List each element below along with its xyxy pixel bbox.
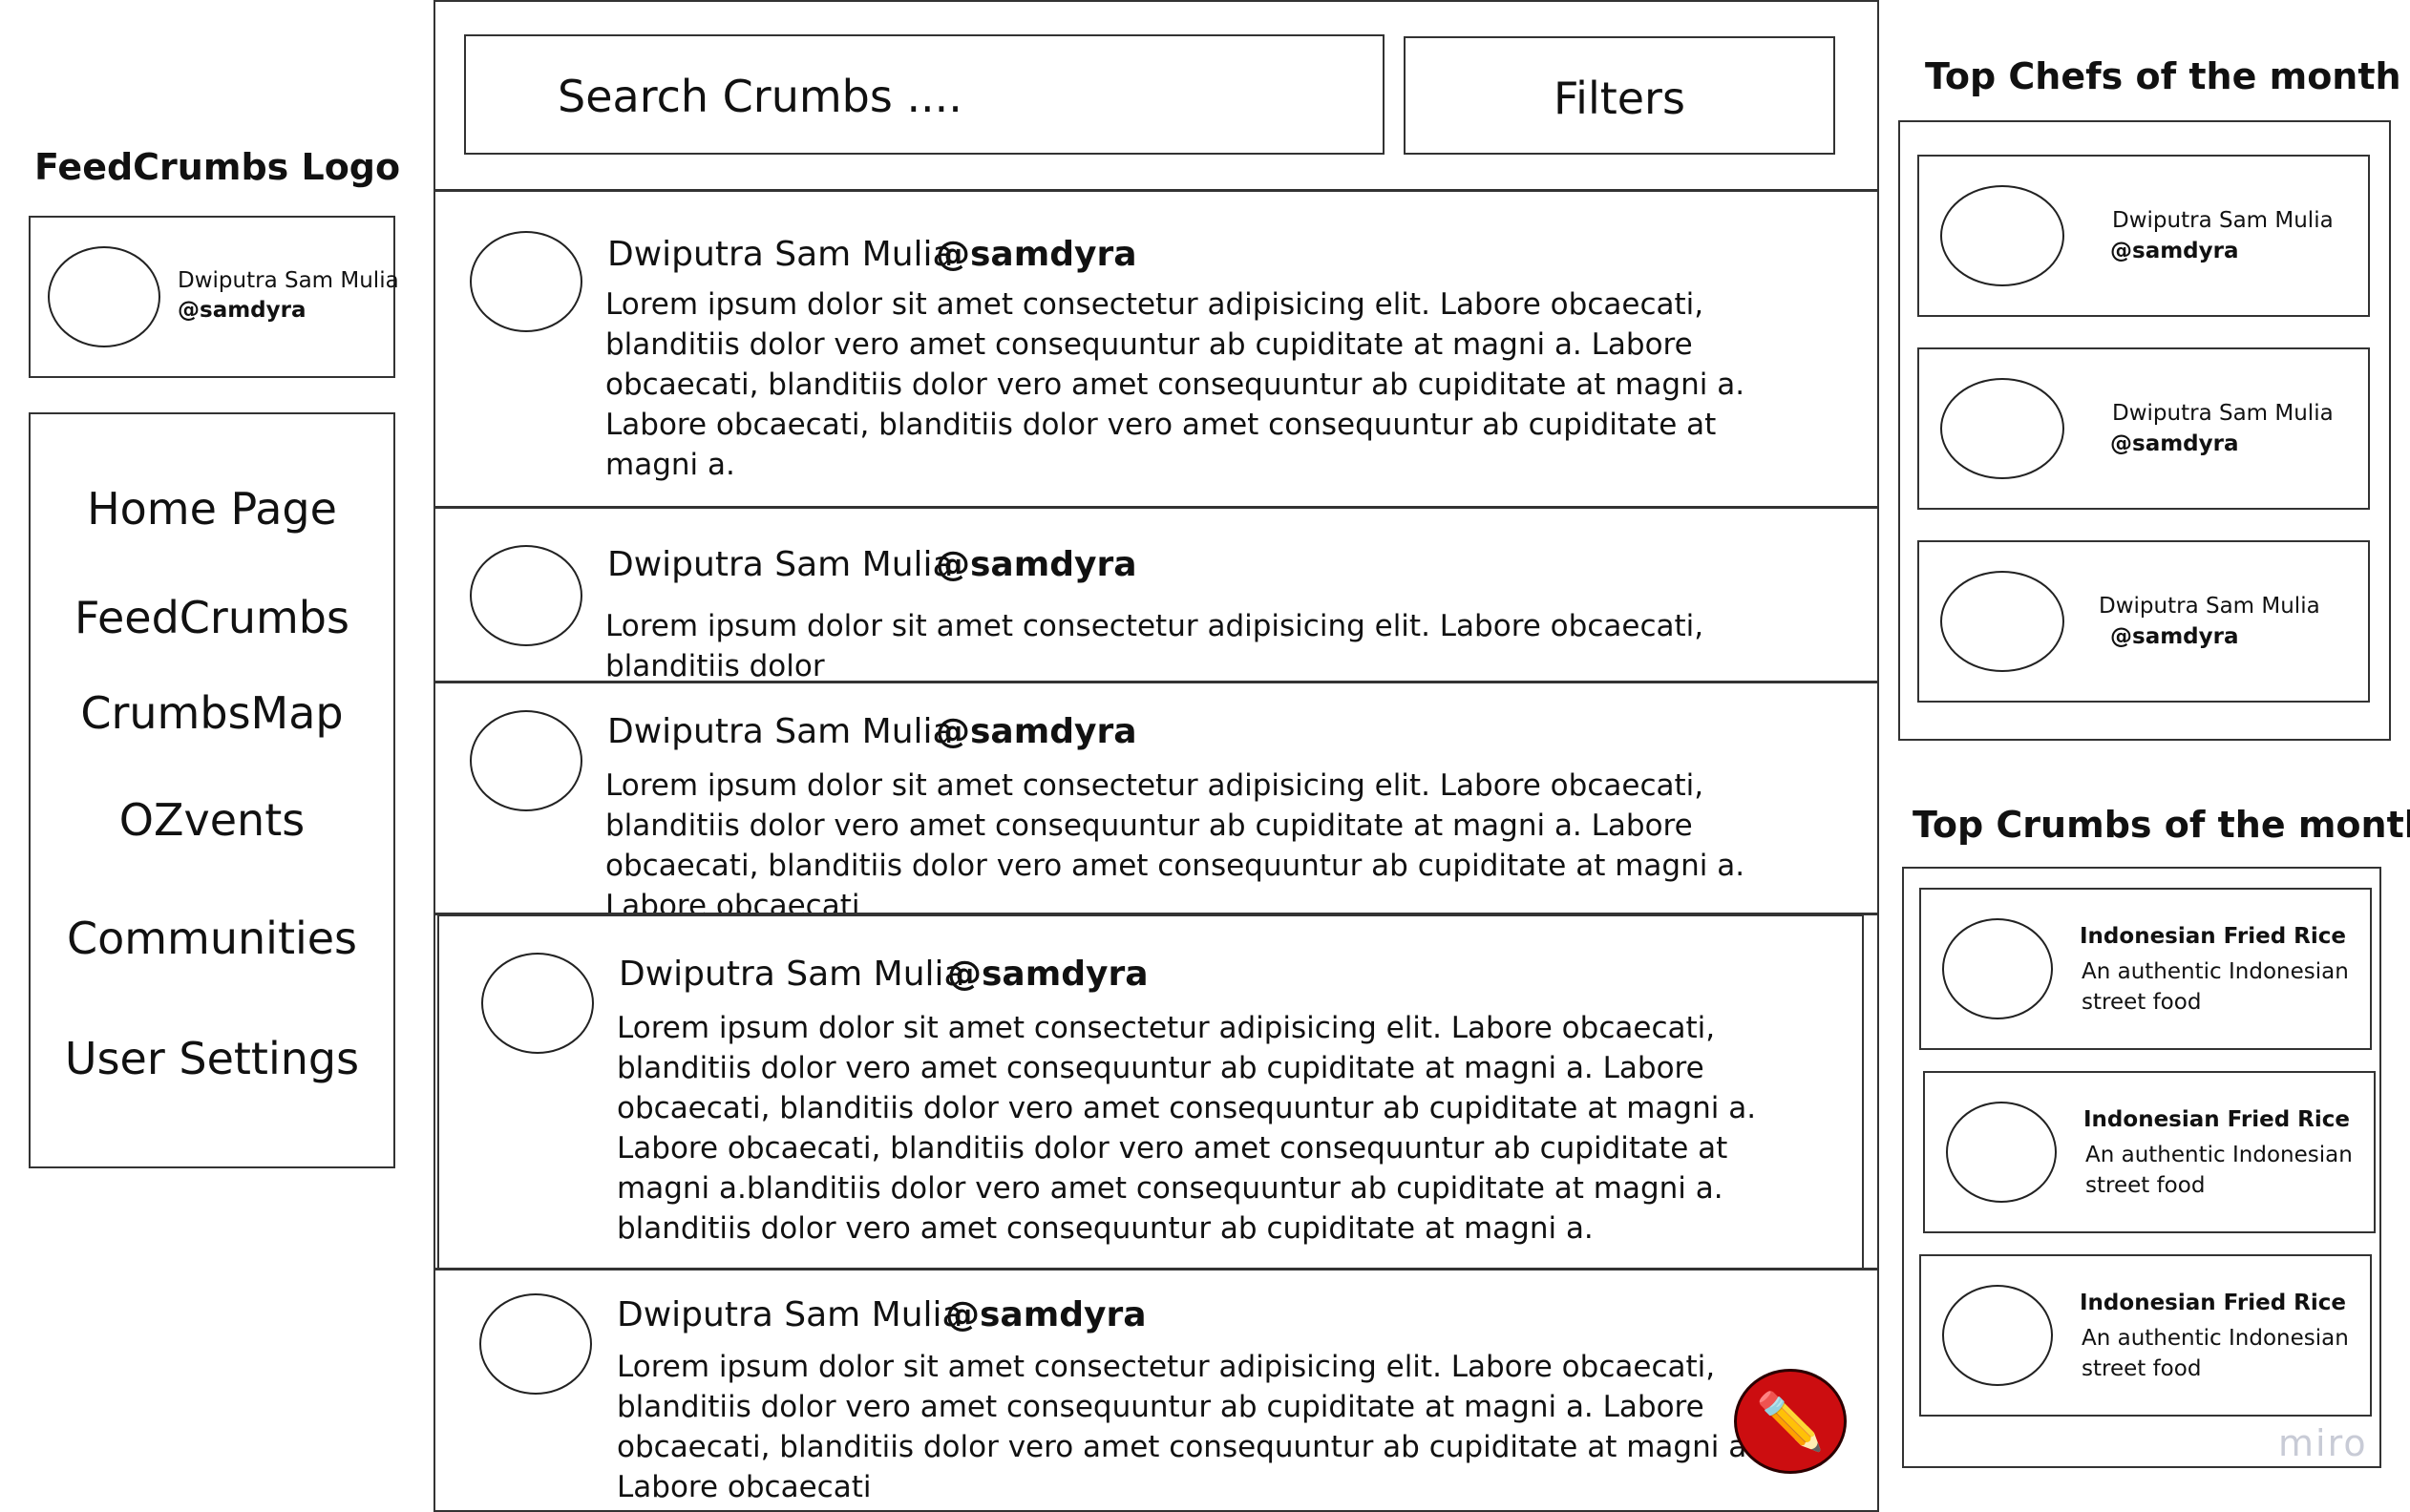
post-body: Lorem ipsum dolor sit amet consectetur a… [617, 1011, 1757, 1246]
top-crumbs-title: Top Crumbs of the month [1913, 804, 2410, 846]
avatar [470, 231, 582, 332]
avatar [1940, 378, 2064, 479]
feed-post[interactable]: Dwiputra Sam Mulia @samdyra Lorem ipsum … [433, 1270, 1879, 1509]
food-image [1942, 918, 2053, 1019]
chef-card[interactable]: Dwiputra Sam Mulia @samdyra [1917, 155, 2370, 317]
post-body: Lorem ipsum dolor sit amet consectetur a… [605, 768, 1745, 923]
nav-item-ozvents[interactable]: OZvents [31, 794, 393, 846]
post-author-name: Dwiputra Sam Mulia [617, 1295, 963, 1334]
chef-card[interactable]: Dwiputra Sam Mulia @samdyra [1917, 347, 2370, 510]
filters-label: Filters [1554, 73, 1685, 124]
chef-name: Dwiputra Sam Mulia [2099, 594, 2320, 619]
crumb-card[interactable]: Indonesian Fried Rice An authentic Indon… [1923, 1071, 2376, 1233]
post-author-name: Dwiputra Sam Mulia [619, 955, 965, 994]
nav-item-communities[interactable]: Communities [31, 913, 393, 964]
crumb-title: Indonesian Fried Rice [2080, 924, 2347, 949]
top-chefs-title: Top Chefs of the month [1925, 55, 2401, 97]
crumb-description: An authentic Indonesian street food [2082, 959, 2349, 1015]
miro-watermark: miro [2278, 1422, 2368, 1464]
top-crumbs-panel: Indonesian Fried Rice An authentic Indon… [1902, 867, 2381, 1468]
avatar [479, 1293, 592, 1395]
crumb-description: An authentic Indonesian street food [2082, 1326, 2349, 1381]
chef-name: Dwiputra Sam Mulia [2112, 401, 2334, 426]
search-placeholder: Search Crumbs .... [558, 71, 962, 122]
crumb-description: An authentic Indonesian street food [2085, 1143, 2353, 1198]
post-author-handle: @samdyra [947, 955, 1149, 994]
food-image [1942, 1285, 2053, 1386]
post-author-handle: @samdyra [945, 1295, 1147, 1334]
compose-button[interactable]: ✏️ [1734, 1369, 1847, 1474]
post-body: Lorem ipsum dolor sit amet consectetur a… [605, 609, 1704, 683]
avatar [48, 246, 160, 347]
sidebar-nav: Home Page FeedCrumbs CrumbsMap OZvents C… [29, 412, 395, 1168]
crumb-card[interactable]: Indonesian Fried Rice An authentic Indon… [1919, 888, 2372, 1050]
avatar [481, 953, 594, 1054]
post-author-name: Dwiputra Sam Mulia [607, 545, 954, 584]
top-chefs-panel: Dwiputra Sam Mulia @samdyra Dwiputra Sam… [1898, 120, 2391, 741]
post-author-handle: @samdyra [936, 235, 1137, 274]
avatar [1940, 571, 2064, 672]
post-author-handle: @samdyra [936, 545, 1137, 584]
post-body: Lorem ipsum dolor sit amet consectetur a… [605, 287, 1745, 482]
feed-post[interactable]: Dwiputra Sam Mulia @samdyra Lorem ipsum … [433, 509, 1879, 683]
pencil-icon: ✏️ [1755, 1388, 1826, 1454]
crumb-card[interactable]: Indonesian Fried Rice An authentic Indon… [1919, 1254, 2372, 1417]
avatar [470, 710, 582, 811]
profile-card[interactable]: Dwiputra Sam Mulia @samdyra [29, 216, 399, 378]
nav-item-feedcrumbs[interactable]: FeedCrumbs [31, 592, 393, 643]
profile-handle: @samdyra [178, 298, 307, 323]
filters-button[interactable]: Filters [1404, 36, 1835, 155]
profile-name: Dwiputra Sam Mulia [178, 268, 399, 293]
feed-post[interactable]: Dwiputra Sam Mulia @samdyra Lorem ipsum … [437, 914, 1864, 1270]
avatar [470, 545, 582, 646]
post-author-name: Dwiputra Sam Mulia [607, 235, 954, 274]
feed-post[interactable]: Dwiputra Sam Mulia @samdyra Lorem ipsum … [433, 191, 1879, 508]
chef-card[interactable]: Dwiputra Sam Mulia @samdyra [1917, 540, 2370, 703]
chef-handle: @samdyra [2110, 624, 2239, 649]
crumb-title: Indonesian Fried Rice [2083, 1107, 2351, 1132]
post-body: Lorem ipsum dolor sit amet consectetur a… [617, 1350, 1757, 1504]
chef-handle: @samdyra [2110, 239, 2239, 263]
nav-item-crumbsmap[interactable]: CrumbsMap [31, 687, 393, 739]
chef-name: Dwiputra Sam Mulia [2112, 208, 2334, 233]
avatar [1940, 185, 2064, 286]
chef-handle: @samdyra [2110, 431, 2239, 456]
nav-item-user-settings[interactable]: User Settings [31, 1033, 393, 1084]
crumb-title: Indonesian Fried Rice [2080, 1291, 2347, 1315]
post-author-name: Dwiputra Sam Mulia [607, 712, 954, 751]
post-author-handle: @samdyra [936, 712, 1137, 751]
food-image [1946, 1102, 2057, 1203]
search-input[interactable]: Search Crumbs .... [464, 34, 1385, 155]
logo-label: FeedCrumbs Logo [34, 146, 401, 188]
feed-post[interactable]: Dwiputra Sam Mulia @samdyra Lorem ipsum … [433, 683, 1879, 923]
nav-item-home-page[interactable]: Home Page [31, 483, 393, 535]
